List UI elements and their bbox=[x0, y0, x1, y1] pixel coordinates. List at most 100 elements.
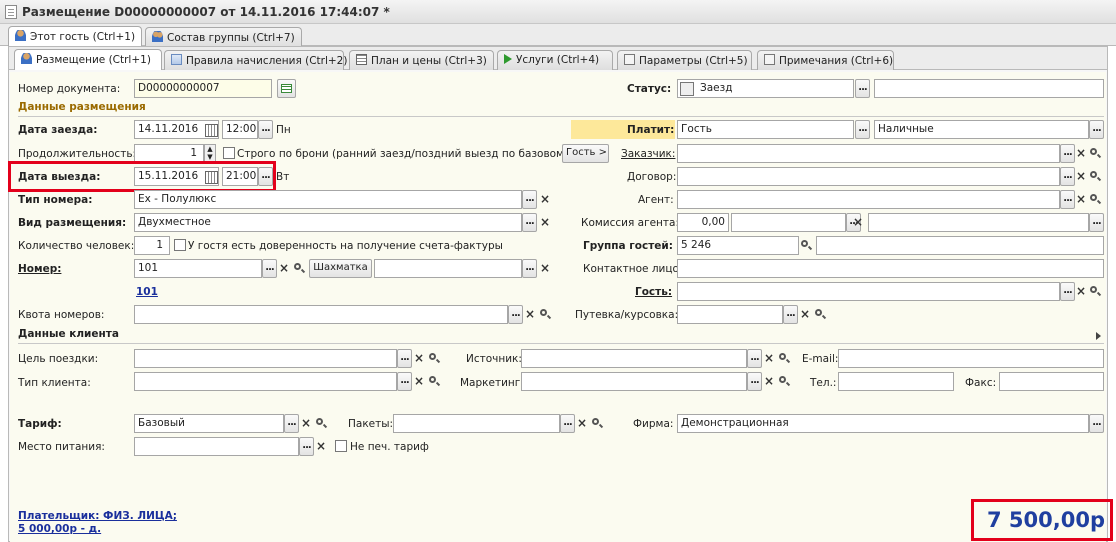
clear-icon[interactable]: × bbox=[539, 190, 551, 209]
payer-link[interactable]: Плательщик: ФИЗ. ЛИЦА; bbox=[18, 510, 177, 522]
guest-button[interactable]: Гость > bbox=[562, 144, 609, 163]
room-select-button[interactable]: ... bbox=[262, 259, 277, 278]
search-icon[interactable] bbox=[293, 259, 305, 278]
tab-this-guest[interactable]: Этот гость (Ctrl+1) bbox=[8, 26, 143, 47]
payment-method-select-button[interactable]: ... bbox=[1089, 120, 1104, 139]
clear-icon[interactable]: × bbox=[799, 305, 811, 324]
search-icon[interactable] bbox=[778, 349, 790, 368]
quota-select-button[interactable]: ... bbox=[508, 305, 523, 324]
payment-method-field[interactable]: Наличные bbox=[874, 120, 1089, 139]
clear-icon[interactable]: × bbox=[300, 414, 312, 433]
guest-select-button[interactable]: ... bbox=[1060, 282, 1075, 301]
power-of-attorney-checkbox[interactable] bbox=[174, 239, 186, 251]
tab-charge-rules[interactable]: Правила начисления (Ctrl+2) bbox=[164, 50, 347, 70]
guest-field[interactable] bbox=[677, 282, 1060, 301]
fax-field[interactable] bbox=[999, 372, 1104, 391]
checkin-time-select-button[interactable]: ... bbox=[258, 120, 273, 139]
firm-select-button[interactable]: ... bbox=[1089, 414, 1104, 433]
marketing-select-button[interactable]: ... bbox=[747, 372, 762, 391]
contract-select-button[interactable]: ... bbox=[1060, 167, 1075, 186]
commission-extra-select-button[interactable]: ... bbox=[1089, 213, 1104, 232]
tab-parameters[interactable]: Параметры (Ctrl+5) bbox=[617, 50, 752, 70]
clear-icon[interactable]: × bbox=[524, 305, 536, 324]
clear-icon[interactable]: × bbox=[852, 213, 864, 232]
voucher-field[interactable] bbox=[677, 305, 783, 324]
contact-field[interactable] bbox=[677, 259, 1104, 278]
strict-booking-checkbox[interactable] bbox=[223, 147, 235, 159]
guest-group-field[interactable]: 5 246 bbox=[677, 236, 799, 255]
search-icon[interactable] bbox=[1089, 144, 1101, 163]
agent-select-button[interactable]: ... bbox=[1060, 190, 1075, 209]
clear-icon[interactable]: × bbox=[413, 349, 425, 368]
customer-select-button[interactable]: ... bbox=[1060, 144, 1075, 163]
packages-field[interactable] bbox=[393, 414, 560, 433]
meal-field[interactable] bbox=[134, 437, 299, 456]
clear-icon[interactable]: × bbox=[576, 414, 588, 433]
clear-icon[interactable]: × bbox=[315, 437, 327, 456]
expand-arrow-icon[interactable] bbox=[1096, 332, 1101, 340]
agent-commission-type-field[interactable] bbox=[731, 213, 846, 232]
room-field[interactable]: 101 bbox=[134, 259, 262, 278]
search-icon[interactable] bbox=[428, 349, 440, 368]
search-icon[interactable] bbox=[1089, 282, 1101, 301]
agent-field[interactable] bbox=[677, 190, 1060, 209]
meal-select-button[interactable]: ... bbox=[299, 437, 314, 456]
clear-icon[interactable]: × bbox=[1075, 190, 1087, 209]
search-icon[interactable] bbox=[814, 305, 826, 324]
clear-icon[interactable]: × bbox=[413, 372, 425, 391]
source-select-button[interactable]: ... bbox=[747, 349, 762, 368]
status-field[interactable]: Заезд bbox=[677, 79, 854, 98]
tab-services[interactable]: Услуги (Ctrl+4) bbox=[497, 50, 613, 70]
agent-commission-field[interactable]: 0,00 bbox=[677, 213, 729, 232]
clear-icon[interactable]: × bbox=[1075, 167, 1087, 186]
search-icon[interactable] bbox=[591, 414, 603, 433]
search-icon[interactable] bbox=[778, 372, 790, 391]
packages-select-button[interactable]: ... bbox=[560, 414, 575, 433]
client-type-field[interactable] bbox=[134, 372, 397, 391]
status-select-button[interactable]: ... bbox=[855, 79, 870, 98]
tariff-field[interactable]: Базовый bbox=[134, 414, 284, 433]
room-link[interactable]: 101 bbox=[136, 286, 158, 298]
voucher-select-button[interactable]: ... bbox=[783, 305, 798, 324]
clear-icon[interactable]: × bbox=[278, 259, 290, 278]
payer-amount-link[interactable]: 5 000,00р - д. bbox=[18, 523, 101, 535]
room-extra-field[interactable] bbox=[374, 259, 522, 278]
email-field[interactable] bbox=[838, 349, 1104, 368]
room-type-select-button[interactable]: ... bbox=[522, 190, 537, 209]
search-icon[interactable] bbox=[1089, 190, 1101, 209]
accommodation-select-button[interactable]: ... bbox=[522, 213, 537, 232]
trip-purpose-select-button[interactable]: ... bbox=[397, 349, 412, 368]
pays-select-button[interactable]: ... bbox=[855, 120, 870, 139]
source-field[interactable] bbox=[521, 349, 747, 368]
search-icon[interactable] bbox=[539, 305, 551, 324]
doc-number-edit-button[interactable] bbox=[277, 79, 296, 98]
guest-group-extra-field[interactable] bbox=[816, 236, 1104, 255]
tab-group[interactable]: Состав группы (Ctrl+7) bbox=[145, 27, 302, 47]
quota-field[interactable] bbox=[134, 305, 508, 324]
trip-purpose-field[interactable] bbox=[134, 349, 397, 368]
tab-notes[interactable]: Примечания (Ctrl+6) bbox=[757, 50, 894, 70]
firm-field[interactable]: Демонстрационная bbox=[677, 414, 1089, 433]
no-print-tariff-checkbox[interactable] bbox=[335, 440, 347, 452]
customer-field[interactable] bbox=[677, 144, 1060, 163]
search-icon[interactable] bbox=[315, 414, 327, 433]
clear-icon[interactable]: × bbox=[763, 349, 775, 368]
search-icon[interactable] bbox=[1089, 167, 1101, 186]
search-icon[interactable] bbox=[800, 236, 812, 255]
search-icon[interactable] bbox=[428, 372, 440, 391]
marketing-field[interactable] bbox=[521, 372, 747, 391]
tab-plan-prices[interactable]: План и цены (Ctrl+3) bbox=[349, 50, 494, 70]
client-type-select-button[interactable]: ... bbox=[397, 372, 412, 391]
people-count-field[interactable]: 1 bbox=[134, 236, 170, 255]
status-extra-field[interactable] bbox=[874, 79, 1104, 98]
accommodation-field[interactable]: Двухместное bbox=[134, 213, 522, 232]
tariff-select-button[interactable]: ... bbox=[284, 414, 299, 433]
pays-field[interactable]: Гость bbox=[677, 120, 854, 139]
clear-icon[interactable]: × bbox=[763, 372, 775, 391]
clear-icon[interactable]: × bbox=[539, 259, 551, 278]
room-extra-select-button[interactable]: ... bbox=[522, 259, 537, 278]
doc-number-field[interactable]: D00000000007 bbox=[134, 79, 272, 98]
tab-placement[interactable]: Размещение (Ctrl+1) bbox=[14, 49, 162, 70]
phone-field[interactable] bbox=[838, 372, 954, 391]
clear-icon[interactable]: × bbox=[539, 213, 551, 232]
